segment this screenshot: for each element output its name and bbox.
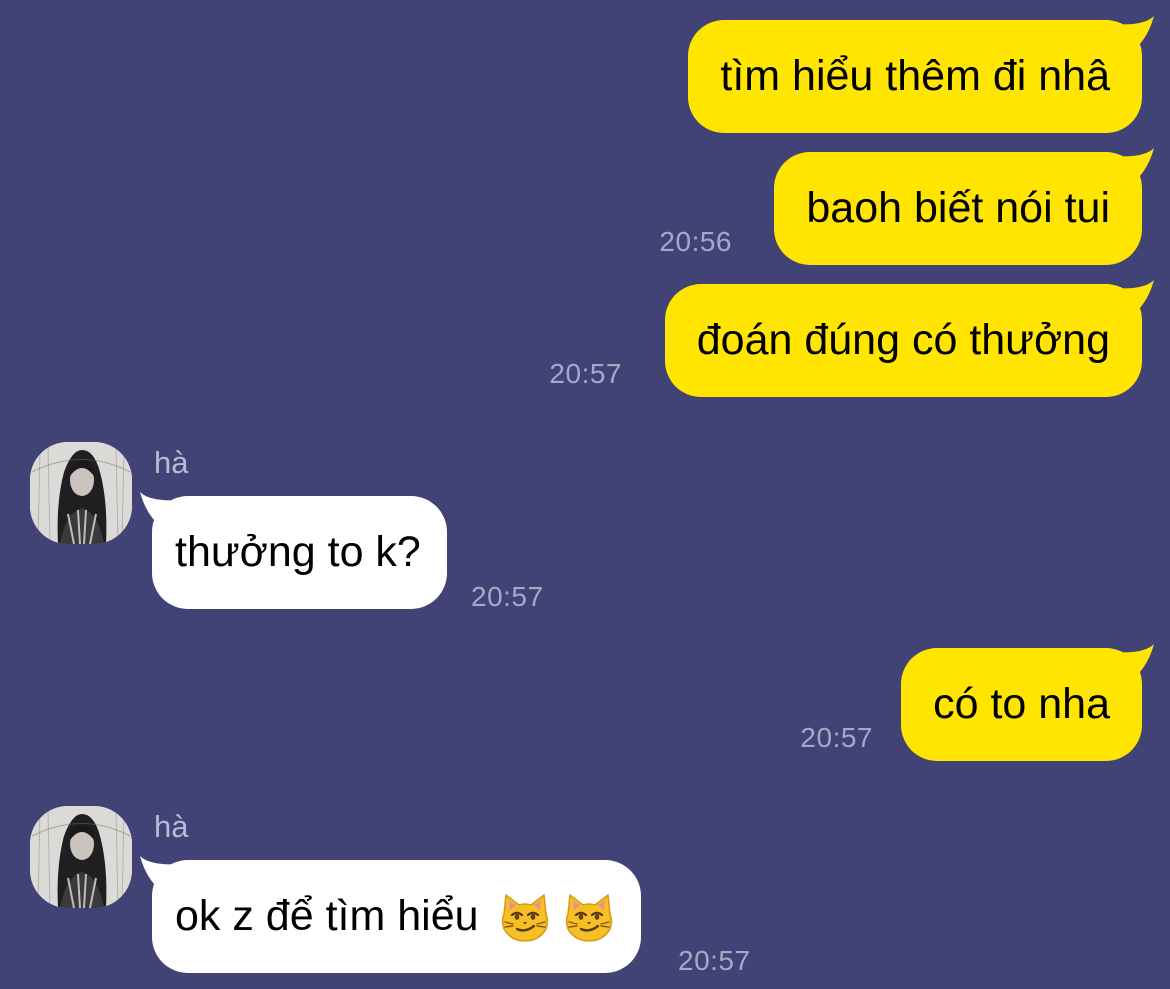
bubble-tail [1114, 148, 1154, 182]
emoji-group [499, 891, 615, 943]
message-text: có to nha [933, 680, 1110, 728]
bubble-tail [1114, 644, 1154, 678]
incoming-message-bubble[interactable]: thưởng to k? [140, 492, 447, 609]
avatar[interactable] [30, 442, 132, 544]
message-text: ok z để tìm hiểu [175, 892, 479, 940]
message-text: đoán đúng có thưởng [696, 316, 1110, 364]
smirking-cat-icon [563, 891, 615, 943]
sender-name: hà [154, 809, 189, 844]
avatar-image [30, 442, 132, 544]
chat-thread[interactable]: tìm hiểu thêm đi nhâ baoh biết nói tui 2… [0, 0, 1170, 989]
message-timestamp: 20:56 [659, 226, 732, 257]
message-timestamp: 20:57 [549, 358, 622, 389]
bubble-tail [140, 492, 180, 526]
outgoing-message-bubble[interactable]: tìm hiểu thêm đi nhâ [688, 16, 1154, 133]
message-timestamp: 20:57 [800, 722, 873, 753]
smirking-cat-icon [499, 891, 551, 943]
message-timestamp: 20:57 [678, 945, 751, 976]
bubble-tail [1114, 280, 1154, 314]
bubble-tail [1114, 16, 1154, 50]
outgoing-message-bubble[interactable]: đoán đúng có thưởng [664, 280, 1154, 397]
message-timestamp: 20:57 [471, 581, 544, 612]
outgoing-message-bubble[interactable]: baoh biết nói tui [774, 148, 1154, 265]
sender-name: hà [154, 445, 189, 480]
message-text: baoh biết nói tui [806, 184, 1110, 232]
avatar[interactable] [30, 806, 132, 908]
outgoing-message-bubble[interactable]: có to nha [901, 644, 1154, 761]
message-text: tìm hiểu thêm đi nhâ [720, 52, 1110, 100]
incoming-message-bubble[interactable]: ok z để tìm hiểu [140, 856, 641, 973]
bubble-tail [140, 856, 180, 890]
message-text: thưởng to k? [175, 528, 421, 576]
avatar-image [30, 806, 132, 908]
